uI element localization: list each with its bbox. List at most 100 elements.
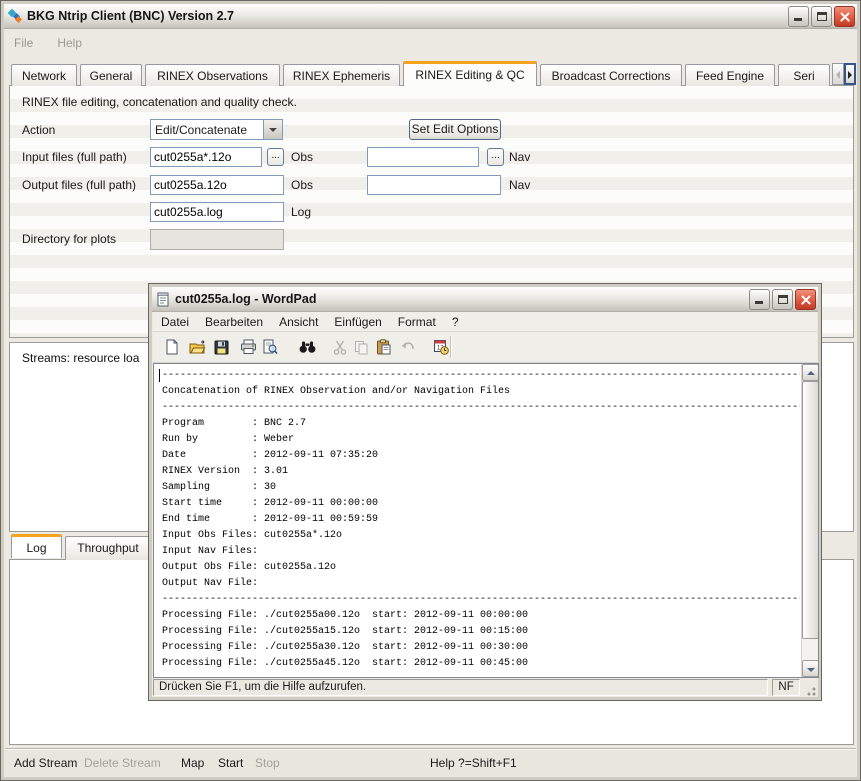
maximize-icon xyxy=(817,12,827,21)
log-line: ----------------------------------------… xyxy=(162,400,800,416)
wordpad-window: cut0255a.log - WordPad Datei Bearbeiten … xyxy=(148,283,822,701)
log-line: Sampling : 30 xyxy=(162,480,800,496)
action-select[interactable]: Edit/Concatenate xyxy=(150,119,283,140)
menu-hilfe[interactable]: ? xyxy=(444,315,467,329)
start-button[interactable]: Start xyxy=(218,756,243,770)
log-line: Input Obs Files: cut0255a*.12o xyxy=(162,528,800,544)
log-line: Processing File: ./cut0255a00.12o start:… xyxy=(162,608,800,624)
bnc-titlebar[interactable]: BKG Ntrip Client (BNC) Version 2.7 xyxy=(4,4,857,29)
output-obs-field[interactable] xyxy=(150,175,284,195)
scroll-up-button[interactable] xyxy=(802,364,819,381)
chevron-left-icon xyxy=(836,71,840,79)
output-obs-suffix-label: Obs xyxy=(291,178,313,192)
scroll-down-button[interactable] xyxy=(802,660,819,677)
wordpad-close-button[interactable] xyxy=(795,289,816,310)
tab-serial[interactable]: Seri xyxy=(778,64,830,86)
log-line: Processing File: ./cut0255a15.12o start:… xyxy=(162,624,800,640)
log-file-field[interactable] xyxy=(150,202,284,222)
input-nav-browse-button[interactable]: ... xyxy=(487,148,504,166)
undo-arrow-icon xyxy=(400,341,416,354)
menu-einfuegen[interactable]: Einfügen xyxy=(326,315,389,329)
tab-throughput[interactable]: Throughput xyxy=(65,536,151,560)
open-file-button[interactable] xyxy=(186,336,208,358)
log-line: End time : 2012-09-11 00:59:59 xyxy=(162,512,800,528)
combo-dropdown-icon[interactable] xyxy=(263,120,282,139)
log-line: Concatenation of RINEX Observation and/o… xyxy=(162,384,800,400)
menu-bearbeiten[interactable]: Bearbeiten xyxy=(197,315,271,329)
tab-scroll-left-button[interactable] xyxy=(832,63,844,85)
wordpad-window-controls xyxy=(749,289,816,310)
save-button[interactable] xyxy=(210,336,232,358)
tab-rinex-observations[interactable]: RINEX Observations xyxy=(145,64,280,86)
menu-help[interactable]: Help xyxy=(57,36,82,50)
tab-feed-engine[interactable]: Feed Engine xyxy=(685,64,775,86)
add-stream-button[interactable]: Add Stream xyxy=(14,756,77,770)
wordpad-titlebar[interactable]: cut0255a.log - WordPad xyxy=(152,287,818,312)
wordpad-menubar: Datei Bearbeiten Ansicht Einfügen Format… xyxy=(153,312,817,332)
scrollbar-thumb[interactable] xyxy=(802,381,819,639)
bnc-app-icon xyxy=(7,8,23,24)
action-selected-value: Edit/Concatenate xyxy=(151,120,263,139)
input-obs-browse-button[interactable]: ... xyxy=(267,148,284,166)
save-floppy-icon xyxy=(214,340,229,355)
log-line: Date : 2012-09-11 07:35:20 xyxy=(162,448,800,464)
print-preview-button[interactable] xyxy=(259,336,281,358)
wordpad-document-area[interactable]: ----------------------------------------… xyxy=(153,363,819,678)
input-nav-field[interactable] xyxy=(367,147,479,167)
menu-format[interactable]: Format xyxy=(390,315,444,329)
tab-general[interactable]: General xyxy=(80,64,142,86)
tab-rinex-editing-qc[interactable]: RINEX Editing & QC xyxy=(403,61,537,86)
input-obs-suffix-label: Obs xyxy=(291,150,313,164)
map-button[interactable]: Map xyxy=(181,756,204,770)
log-line: Output Obs File: cut0255a.12o xyxy=(162,560,800,576)
binoculars-icon xyxy=(299,340,316,354)
input-files-label: Input files (full path) xyxy=(22,150,127,164)
vertical-scrollbar[interactable] xyxy=(801,364,818,677)
scissors-icon xyxy=(333,340,347,355)
log-line: Run by : Weber xyxy=(162,432,800,448)
menu-datei[interactable]: Datei xyxy=(153,315,197,329)
text-caret xyxy=(159,369,160,382)
status-message: Drücken Sie F1, um die Hilfe aufzurufen. xyxy=(153,679,768,696)
output-nav-field[interactable] xyxy=(367,175,501,195)
wordpad-maximize-button[interactable] xyxy=(772,289,793,310)
paste-button[interactable] xyxy=(372,336,394,358)
open-folder-icon xyxy=(189,339,206,355)
bnc-maximize-button[interactable] xyxy=(811,6,832,27)
set-edit-options-button[interactable]: Set Edit Options xyxy=(409,119,501,140)
output-nav-suffix-label: Nav xyxy=(509,178,530,192)
menu-ansicht[interactable]: Ansicht xyxy=(271,315,326,329)
maximize-icon xyxy=(778,295,788,304)
bnc-minimize-button[interactable] xyxy=(788,6,809,27)
bnc-bottombar: Add Stream Delete Stream Map Start Stop … xyxy=(5,748,856,776)
tab-network[interactable]: Network xyxy=(11,64,77,86)
date-time-button[interactable]: 12 xyxy=(430,336,452,358)
bnc-tabbar: Network General RINEX Observations RINEX… xyxy=(11,61,832,86)
bnc-close-button[interactable] xyxy=(834,6,855,27)
print-button[interactable] xyxy=(237,336,259,358)
log-line: ----------------------------------------… xyxy=(162,368,800,384)
cut-button xyxy=(329,336,351,358)
input-nav-suffix-label: Nav xyxy=(509,150,530,164)
log-line: Processing File: ./cut0255a30.12o start:… xyxy=(162,640,800,656)
log-suffix-label: Log xyxy=(291,205,311,219)
bnc-window-title: BKG Ntrip Client (BNC) Version 2.7 xyxy=(27,9,788,23)
wordpad-minimize-button[interactable] xyxy=(749,289,770,310)
tab-broadcast-corrections[interactable]: Broadcast Corrections xyxy=(540,64,682,86)
log-line: Input Nav Files: xyxy=(162,544,800,560)
tab-scroll-right-button[interactable] xyxy=(844,63,856,85)
menu-file[interactable]: File xyxy=(14,36,33,50)
minimize-icon xyxy=(794,18,802,21)
delete-stream-button: Delete Stream xyxy=(84,756,161,770)
resize-grip[interactable] xyxy=(804,684,817,697)
find-button[interactable] xyxy=(296,336,318,358)
log-line: Program : BNC 2.7 xyxy=(162,416,800,432)
directory-plots-field xyxy=(150,229,284,250)
chevron-right-icon xyxy=(848,71,852,79)
tab-rinex-ephemeris[interactable]: RINEX Ephemeris xyxy=(283,64,400,86)
input-obs-field[interactable] xyxy=(150,147,262,167)
new-document-button[interactable] xyxy=(161,336,183,358)
tab-log[interactable]: Log xyxy=(11,534,62,558)
wordpad-window-title: cut0255a.log - WordPad xyxy=(175,292,749,306)
directory-plots-label: Directory for plots xyxy=(22,232,116,246)
